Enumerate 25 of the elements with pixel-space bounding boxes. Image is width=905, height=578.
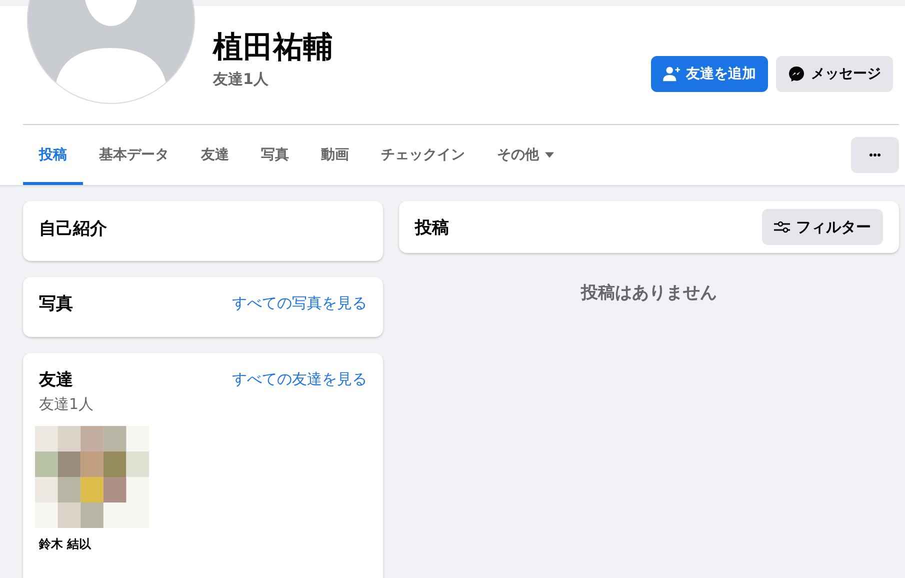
profile-tab[interactable]: 友達 bbox=[185, 125, 245, 185]
add-person-icon bbox=[663, 66, 680, 82]
profile-tab[interactable]: 写真 bbox=[245, 125, 305, 185]
card-title: 投稿 bbox=[415, 216, 449, 238]
profile-tab[interactable]: 基本データ bbox=[83, 125, 185, 185]
profile-tab[interactable]: その他 bbox=[481, 125, 570, 185]
see-all-friends-link[interactable]: すべての友達を見る bbox=[232, 370, 367, 389]
add-friend-button[interactable]: 友達を追加 bbox=[651, 56, 768, 92]
see-all-photos-link[interactable]: すべての写真を見る bbox=[232, 294, 367, 313]
more-icon bbox=[869, 153, 881, 157]
profile-name: 植田祐輔 bbox=[213, 30, 334, 66]
card-title: 自己紹介 bbox=[39, 218, 108, 240]
card-title: 友達 bbox=[39, 369, 73, 391]
friend-count: 友達1人 bbox=[213, 70, 270, 89]
message-button[interactable]: メッセージ bbox=[776, 56, 893, 92]
friend-name[interactable]: 鈴木 結以 bbox=[39, 536, 149, 553]
filter-button[interactable]: フィルター bbox=[762, 209, 883, 245]
empty-message: 投稿はありません bbox=[580, 282, 718, 304]
profile-tab[interactable]: 投稿 bbox=[23, 125, 83, 185]
messenger-icon bbox=[788, 66, 805, 82]
profile-tab[interactable]: 動画 bbox=[305, 125, 365, 185]
profile-tab[interactable]: チェックイン bbox=[365, 125, 481, 185]
card-title: 写真 bbox=[39, 293, 73, 315]
sliders-icon bbox=[774, 221, 790, 233]
friend-count: 友達1人 bbox=[39, 395, 95, 414]
